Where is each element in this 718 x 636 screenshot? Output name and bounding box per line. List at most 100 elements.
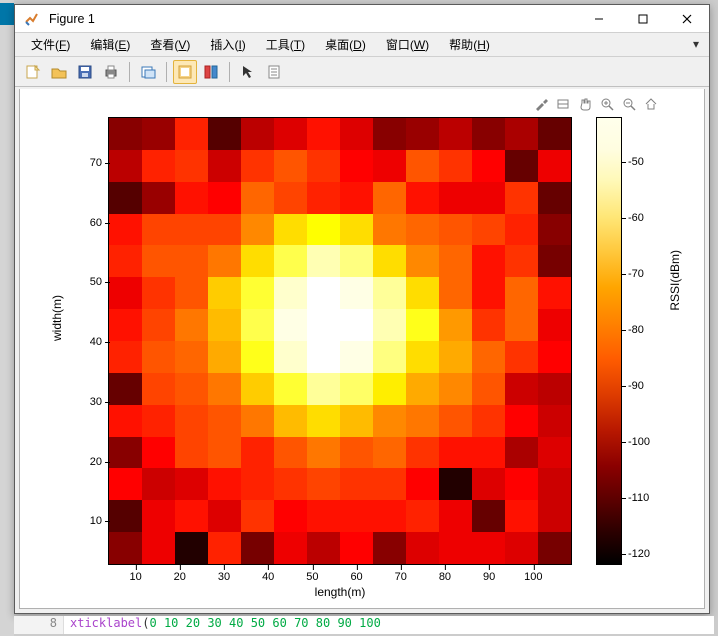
- heatmap-surface[interactable]: [108, 117, 572, 565]
- menu-file[interactable]: 文件(F): [21, 34, 80, 55]
- data-cursor-button[interactable]: [173, 60, 197, 84]
- open-button[interactable]: [47, 60, 71, 84]
- heatmap-cell: [373, 277, 406, 309]
- heatmap-cell: [274, 245, 307, 277]
- x-axis-ticks: 102030405060708090100: [108, 567, 572, 587]
- figure-window: Figure 1 文件(F) 编辑(E) 查看(V) 插入(I) 工具(T) 桌…: [14, 4, 710, 614]
- heatmap-cell: [175, 214, 208, 246]
- heatmap-cell: [175, 150, 208, 182]
- colorbar-ticks: -50-60-70-80-90-100-110-120: [624, 113, 664, 569]
- heatmap-cell: [142, 150, 175, 182]
- heatmap-cell: [406, 245, 439, 277]
- close-button[interactable]: [665, 5, 709, 32]
- arrow-button[interactable]: [236, 60, 260, 84]
- heatmap-cell: [175, 373, 208, 405]
- menu-view[interactable]: 查看(V): [140, 34, 200, 55]
- window-title: Figure 1: [47, 12, 577, 26]
- heatmap-cell: [472, 309, 505, 341]
- heatmap-cell: [505, 405, 538, 437]
- heatmap-cell: [274, 405, 307, 437]
- heatmap-cell: [340, 118, 373, 150]
- heatmap-cell: [274, 309, 307, 341]
- x-tick: 10: [129, 571, 141, 583]
- y-tick: 70: [72, 157, 102, 169]
- x-tick: 50: [306, 571, 318, 583]
- send-to-button[interactable]: [136, 60, 160, 84]
- heatmap-cell: [307, 309, 340, 341]
- heatmap-cell: [307, 150, 340, 182]
- heatmap-cell: [307, 118, 340, 150]
- code-rest: (0 10 20 30 40 50 60 70 80 90 100: [142, 616, 381, 630]
- heatmap-cell: [175, 500, 208, 532]
- heatmap-cell: [373, 532, 406, 564]
- heatmap-cell: [109, 500, 142, 532]
- brush-icon[interactable]: [532, 95, 550, 113]
- pan-icon[interactable]: [576, 95, 594, 113]
- heatmap-cell: [439, 468, 472, 500]
- insert-colorbar-button[interactable]: [262, 60, 286, 84]
- heatmap-cell: [439, 373, 472, 405]
- heatmap-cell: [109, 118, 142, 150]
- menu-tools[interactable]: 工具(T): [256, 34, 315, 55]
- heatmap-cell: [505, 245, 538, 277]
- heatmap-cell: [373, 405, 406, 437]
- heatmap-cell: [274, 118, 307, 150]
- heatmap-cell: [241, 373, 274, 405]
- heatmap-cell: [340, 150, 373, 182]
- heatmap-cell: [538, 437, 571, 469]
- heatmap-cell: [439, 500, 472, 532]
- heatmap-cell: [406, 437, 439, 469]
- heatmap-cell: [340, 341, 373, 373]
- heatmap-cell: [472, 150, 505, 182]
- x-tick: 40: [262, 571, 274, 583]
- heatmap-cell: [307, 245, 340, 277]
- colorbar-tick: -60: [628, 212, 644, 224]
- print-button[interactable]: [99, 60, 123, 84]
- heatmap-cell: [505, 532, 538, 564]
- toolbar: [15, 57, 709, 87]
- matlab-tab-accent: [0, 3, 14, 25]
- heatmap-cell: [109, 437, 142, 469]
- menu-insert[interactable]: 插入(I): [200, 34, 255, 55]
- heatmap-cell: [307, 405, 340, 437]
- axes-toolbar: [532, 95, 660, 113]
- heatmap-cell: [175, 532, 208, 564]
- heatmap-cell: [274, 373, 307, 405]
- new-figure-button[interactable]: [21, 60, 45, 84]
- heatmap-cell: [439, 245, 472, 277]
- save-button[interactable]: [73, 60, 97, 84]
- linked-plot-button[interactable]: [199, 60, 223, 84]
- heatmap-cell: [274, 468, 307, 500]
- heatmap-cell: [340, 182, 373, 214]
- home-icon[interactable]: [642, 95, 660, 113]
- heatmap-cell: [439, 341, 472, 373]
- menu-help[interactable]: 帮助(H): [439, 34, 500, 55]
- menu-edit[interactable]: 编辑(E): [80, 34, 140, 55]
- heatmap-cell: [241, 405, 274, 437]
- colorbar[interactable]: [596, 117, 622, 565]
- axes[interactable]: [108, 117, 572, 565]
- heatmap-cell: [538, 118, 571, 150]
- heatmap-cell: [439, 214, 472, 246]
- heatmap-cell: [142, 532, 175, 564]
- heatmap-cell: [538, 532, 571, 564]
- x-tick: 70: [395, 571, 407, 583]
- minimize-button[interactable]: [577, 5, 621, 32]
- menu-window[interactable]: 窗口(W): [376, 34, 439, 55]
- heatmap-cell: [406, 182, 439, 214]
- zoom-out-icon[interactable]: [620, 95, 638, 113]
- heatmap-cell: [340, 500, 373, 532]
- colorbar-tick: -50: [628, 156, 644, 168]
- zoom-in-icon[interactable]: [598, 95, 616, 113]
- maximize-button[interactable]: [621, 5, 665, 32]
- heatmap-cell: [505, 182, 538, 214]
- heatmap-cell: [307, 468, 340, 500]
- span-icon[interactable]: [554, 95, 572, 113]
- menu-desktop[interactable]: 桌面(D): [315, 34, 376, 55]
- menu-overflow-icon[interactable]: ▾: [689, 37, 703, 51]
- heatmap-cell: [439, 532, 472, 564]
- heatmap-cell: [340, 277, 373, 309]
- heatmap-cell: [439, 277, 472, 309]
- heatmap-cell: [538, 405, 571, 437]
- toolbar-separator: [129, 62, 130, 82]
